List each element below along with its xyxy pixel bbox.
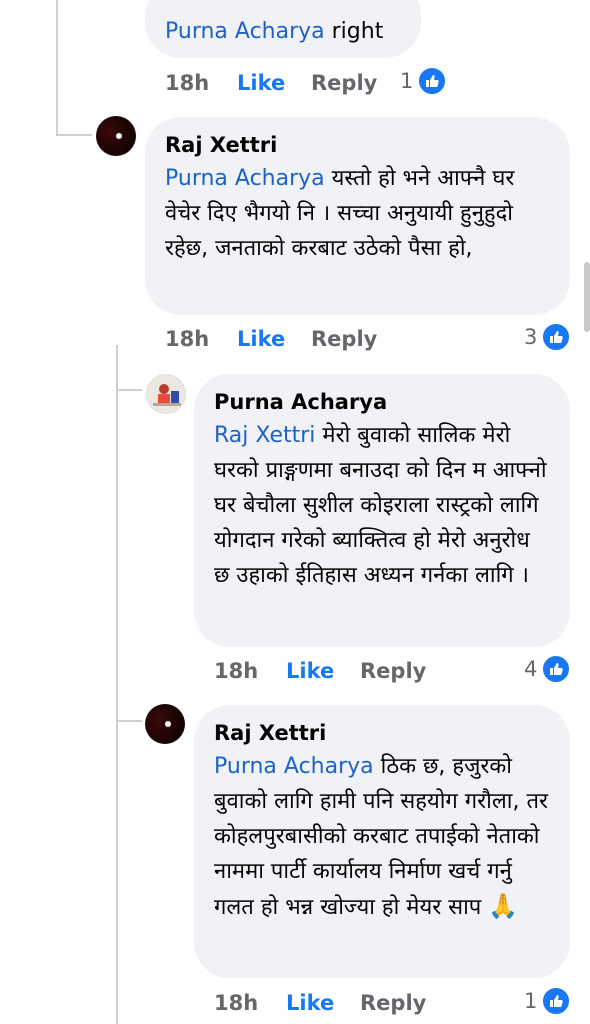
mention-link[interactable]: Raj Xettri <box>214 423 315 448</box>
reaction-count: 3 <box>524 325 538 349</box>
thumbs-up-icon <box>541 322 572 352</box>
prayer-emoji: 🙏 <box>488 892 519 920</box>
comment-actions: 18h Like Reply <box>165 66 377 100</box>
reply-button[interactable]: Reply <box>360 659 426 683</box>
thread-line-sub-branch-2 <box>116 720 142 722</box>
thumbs-up-icon <box>417 66 448 96</box>
reply-button[interactable]: Reply <box>311 327 377 351</box>
thumbs-up-icon <box>541 986 572 1016</box>
reaction-summary[interactable]: 1 <box>400 66 448 96</box>
comment-author[interactable]: Raj Xettri <box>214 719 550 747</box>
reaction-count: 4 <box>524 657 538 681</box>
avatar[interactable] <box>145 704 185 744</box>
comment-timestamp[interactable]: 18h <box>214 659 286 683</box>
mention-link[interactable]: Purna Acharya <box>214 754 374 779</box>
comment-actions: 18h Like Reply <box>165 322 377 356</box>
comment-author[interactable]: Purna Acharya <box>214 388 550 416</box>
like-button[interactable]: Like <box>286 991 360 1015</box>
comment-timestamp[interactable]: 18h <box>214 991 286 1015</box>
avatar[interactable] <box>146 374 186 414</box>
reaction-summary[interactable]: 1 <box>524 986 572 1016</box>
thumbs-up-icon <box>541 654 572 684</box>
scrollbar[interactable] <box>584 262 590 332</box>
comment-bubble: Purna Acharya Raj Xettri मेरो बुवाको साल… <box>194 374 570 647</box>
comment-bubble: Raj Xettri Purna Acharya यस्तो हो भने आफ… <box>145 117 570 315</box>
thread-line-sub <box>116 345 118 1024</box>
mention-link[interactable]: Purna Acharya <box>165 166 325 191</box>
like-button[interactable]: Like <box>286 659 360 683</box>
avatar-photo-image <box>147 375 185 413</box>
mention-link[interactable]: Purna Acharya <box>165 19 325 44</box>
comment-actions: 18h Like Reply <box>214 654 426 688</box>
reaction-summary[interactable]: 3 <box>524 322 572 352</box>
like-button[interactable]: Like <box>237 71 311 95</box>
comment-bubble: Raj Xettri Purna Acharya ठिक छ, हजुरको ब… <box>194 705 570 978</box>
thread-line-sub-branch-1 <box>116 389 142 391</box>
comment-text: right <box>324 19 384 44</box>
comment-author[interactable]: Raj Xettri <box>165 131 550 159</box>
like-button[interactable]: Like <box>237 327 311 351</box>
thread-line-main <box>56 0 58 136</box>
reply-button[interactable]: Reply <box>311 71 377 95</box>
avatar[interactable] <box>96 116 136 156</box>
reaction-count: 1 <box>524 989 538 1013</box>
comment-bubble: Purna Acharya right <box>145 0 421 58</box>
comment-timestamp[interactable]: 18h <box>165 71 237 95</box>
comment-actions: 18h Like Reply <box>214 986 426 1020</box>
thread-line-main-branch <box>56 134 92 136</box>
comment-timestamp[interactable]: 18h <box>165 327 237 351</box>
reaction-count: 1 <box>400 69 414 93</box>
reaction-summary[interactable]: 4 <box>524 654 572 684</box>
reply-button[interactable]: Reply <box>360 991 426 1015</box>
